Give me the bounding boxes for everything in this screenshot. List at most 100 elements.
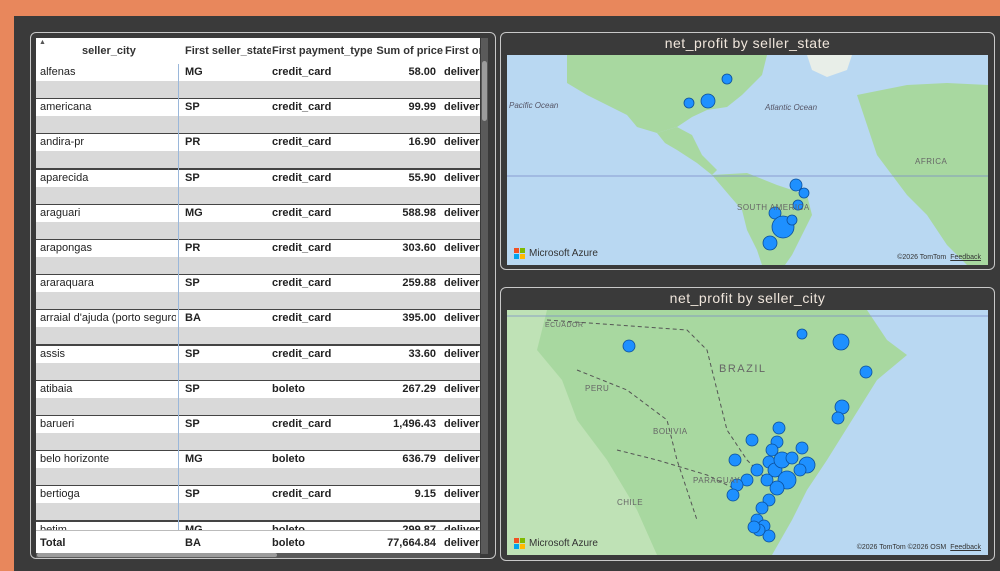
map-bubble[interactable] (721, 73, 733, 85)
cell-price: 58.00 (408, 66, 436, 78)
cell-state: SP (185, 382, 200, 395)
cell-status: deliver (444, 312, 480, 325)
map-bubble[interactable] (728, 453, 742, 467)
table-row[interactable]: aparecida SP credit_card 55.90 deliver (36, 169, 480, 205)
table-visual[interactable]: ▲ seller_city First seller_state First p… (30, 32, 496, 559)
attribution-text: ©2026 TomTom (897, 254, 947, 261)
cell-state: SP (185, 488, 200, 501)
label-atlantic: Atlantic Ocean (765, 103, 818, 112)
cell-city: belo horizonte (40, 453, 110, 466)
report-canvas: ▲ seller_city First seller_state First p… (14, 16, 1000, 571)
cell-state: SP (185, 347, 200, 360)
cell-status: deliver (444, 171, 480, 184)
cell-payment: credit_card (272, 136, 332, 149)
column-header-sum-of-price[interactable]: Sum of price (373, 38, 443, 64)
map-visual-seller-city[interactable]: net_profit by seller_city ECUADOR BRAZIL… (500, 287, 995, 561)
column-header-first-order-status[interactable]: First or (445, 38, 480, 64)
table-row[interactable]: atibaia SP boleto 267.29 deliver (36, 380, 480, 416)
cell-city: araraquara (40, 277, 94, 290)
map-bubble[interactable] (772, 421, 786, 435)
map-attribution: ©2026 TomTom Feedback (897, 254, 981, 261)
cell-state: BA (185, 312, 201, 325)
cell-payment: credit_card (272, 242, 332, 254)
sort-ascending-icon[interactable]: ▲ (39, 39, 46, 46)
map-attribution: ©2026 TomTom ©2026 OSM Feedback (857, 544, 981, 551)
map-bubble[interactable] (786, 214, 798, 226)
cell-status: deliver (444, 488, 480, 501)
cell-status: deliver (444, 242, 480, 254)
map-bubble[interactable] (760, 473, 774, 487)
table-row[interactable]: assis SP credit_card 33.60 deliver (36, 345, 480, 381)
map-bubble[interactable] (798, 187, 810, 199)
map-bubble[interactable] (683, 97, 695, 109)
cell-city: atibaia (40, 382, 73, 395)
map-bubble[interactable] (747, 520, 761, 534)
table-row[interactable]: arraial d'ajuda (porto seguro) BA credit_c… (36, 310, 480, 346)
cell-status: deliver (444, 101, 480, 114)
column-header-first-seller-state[interactable]: First seller_state (185, 38, 271, 64)
label-ecuador: ECUADOR (545, 322, 584, 329)
map-bubble[interactable] (755, 501, 769, 515)
map-bubble[interactable] (750, 463, 764, 477)
table-row[interactable]: arapongas PR credit_card 303.60 deliver (36, 240, 480, 276)
cell-price: 33.60 (408, 347, 436, 360)
cell-state: SP (185, 101, 200, 114)
cell-payment: credit_card (272, 312, 332, 325)
azure-logo: Microsoft Azure (514, 248, 598, 259)
map-bubble[interactable] (859, 365, 873, 379)
cell-state: SP (185, 277, 200, 290)
cell-state: PR (185, 136, 201, 149)
map-bubble[interactable] (796, 328, 808, 340)
map-bubble[interactable] (832, 333, 850, 351)
cell-state: MG (185, 206, 203, 219)
label-south-america: SOUTH AMERICA (737, 203, 810, 212)
feedback-link[interactable]: Feedback (950, 254, 981, 261)
column-header-seller-city[interactable]: seller_city (82, 38, 172, 64)
cell-status: deliver (444, 453, 480, 466)
map-bubble[interactable] (726, 488, 740, 502)
table-row[interactable]: andira-pr PR credit_card 16.90 deliver (36, 134, 480, 170)
map-graphic (507, 310, 988, 555)
table-row[interactable]: bertioga SP credit_card 9.15 deliver (36, 486, 480, 522)
cell-city: arapongas (40, 242, 92, 254)
table-row[interactable]: belo horizonte MG boleto 636.79 deliver (36, 451, 480, 487)
table-row[interactable]: araguari MG credit_card 588.98 deliver (36, 204, 480, 240)
column-header-first-payment-type[interactable]: First payment_type (272, 38, 372, 64)
label-paraguay: PARAGUAY (693, 476, 741, 485)
cell-city: arraial d'ajuda (porto seguro) (40, 312, 176, 325)
map-bubble[interactable] (762, 235, 778, 251)
map-bubble[interactable] (700, 93, 716, 109)
map-bubble[interactable] (622, 339, 636, 353)
cell-state: SP (185, 418, 200, 430)
microsoft-logo-icon (514, 538, 525, 549)
map-bubble[interactable] (745, 433, 759, 447)
cell-price: 267.29 (402, 382, 436, 395)
cell-payment: credit_card (272, 418, 332, 430)
table-row[interactable]: araraquara SP credit_card 259.88 deliver (36, 275, 480, 311)
map-bubble[interactable] (793, 463, 807, 477)
cell-city: assis (40, 347, 66, 360)
map-bubble[interactable] (831, 411, 845, 425)
table-row[interactable]: alfenas MG credit_card 58.00 deliver (36, 64, 480, 100)
column-divider (178, 64, 179, 554)
feedback-link[interactable]: Feedback (950, 544, 981, 551)
table-row[interactable]: americana SP credit_card 99.99 deliver (36, 99, 480, 135)
label-chile: CHILE (617, 498, 644, 507)
label-peru: PERU (585, 384, 610, 393)
horizontal-scroll-thumb[interactable] (37, 553, 277, 557)
vertical-scroll-thumb[interactable] (482, 61, 487, 121)
cell-price: 259.88 (402, 277, 436, 290)
cell-payment: credit_card (272, 101, 332, 114)
cell-price: 303.60 (402, 242, 436, 254)
map-visual-seller-state[interactable]: net_profit by seller_state Pacific Ocean… (500, 32, 995, 270)
map-bubble[interactable] (795, 441, 809, 455)
cell-status: deliver (444, 347, 480, 360)
cell-payment: credit_card (272, 488, 332, 501)
cell-price: 588.98 (402, 206, 436, 219)
map-bubble[interactable] (785, 451, 799, 465)
cell-status: deliver (444, 418, 480, 430)
table-body: ▲ seller_city First seller_state First p… (36, 38, 480, 554)
table-row[interactable]: barueri SP credit_card 1,496.43 deliver (36, 416, 480, 452)
south-america-map[interactable]: ECUADOR BRAZIL PERU BOLIVIA PARAGUAY CHI… (507, 310, 988, 555)
world-map[interactable]: Pacific Ocean Atlantic Ocean AFRICA SOUT… (507, 55, 988, 265)
